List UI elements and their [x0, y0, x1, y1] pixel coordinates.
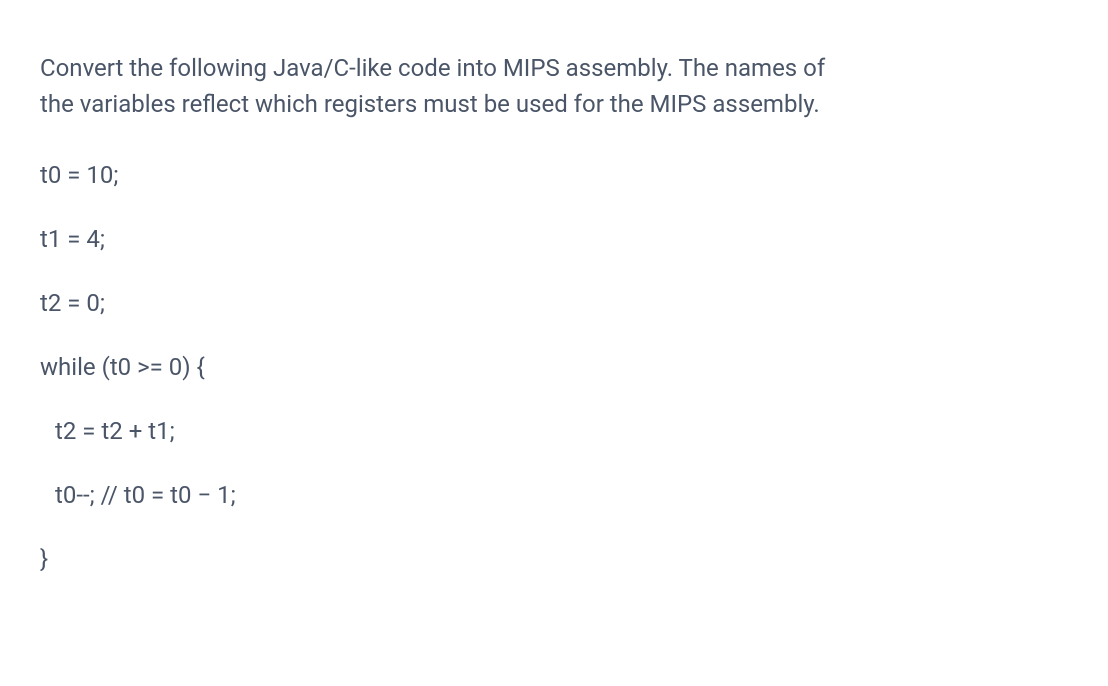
code-line-6: t0--; // t0 = t0 − 1; [40, 477, 1068, 513]
code-line-1: t0 = 10; [40, 157, 1068, 193]
code-line-5: t2 = t2 + t1; [40, 413, 1068, 449]
prompt-line-2: the variables reflect which registers mu… [40, 86, 1068, 122]
code-line-7: } [40, 541, 1068, 577]
prompt-line-1: Convert the following Java/C-like code i… [40, 50, 1068, 86]
code-line-4: while (t0 >= 0) { [40, 349, 1068, 385]
code-line-2: t1 = 4; [40, 221, 1068, 257]
question-prompt: Convert the following Java/C-like code i… [40, 50, 1068, 122]
code-line-3: t2 = 0; [40, 285, 1068, 321]
